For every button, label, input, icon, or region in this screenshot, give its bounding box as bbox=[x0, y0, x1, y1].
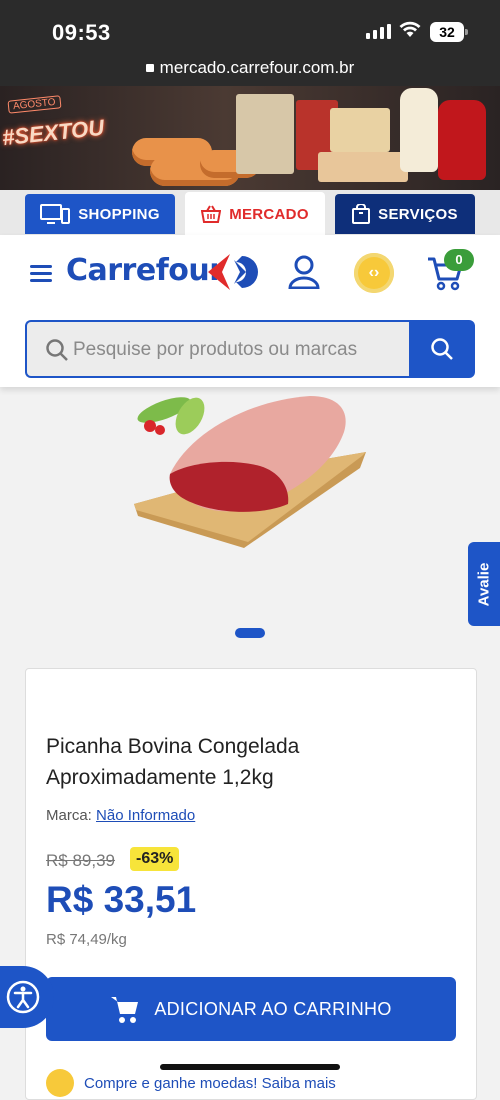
tab-label: MERCADO bbox=[229, 205, 309, 223]
burger-package-image bbox=[330, 108, 390, 152]
coins-rewards-icon[interactable]: ‹› bbox=[354, 253, 394, 293]
coins-promo-link[interactable]: Compre e ganhe moedas! Saiba mais bbox=[46, 1069, 336, 1097]
original-price: R$ 89,39 bbox=[46, 851, 115, 870]
status-bar: 09:53 32 mercado.carrefour.com.br bbox=[0, 0, 500, 92]
carousel-indicator[interactable] bbox=[235, 628, 265, 638]
site-header: Carrefour ‹› 0 bbox=[0, 235, 500, 387]
brand-label: Marca: bbox=[46, 807, 92, 824]
carrefour-logo-text[interactable]: Carrefour bbox=[66, 253, 224, 288]
store-tabs: SHOPPING MERCADO SERVIÇOS bbox=[0, 190, 500, 236]
tab-label: SERVIÇOS bbox=[378, 205, 458, 223]
home-indicator bbox=[160, 1064, 340, 1070]
promo-banner[interactable]: AGOSTO #SEXTOU bbox=[0, 86, 500, 190]
search-bar bbox=[25, 320, 475, 378]
feedback-tab-label: Avalie bbox=[475, 562, 493, 606]
product-image[interactable] bbox=[130, 392, 370, 552]
product-title: Picanha Bovina Congelada Aproximadamente… bbox=[46, 735, 300, 789]
product-brand: Marca: Não Informado bbox=[46, 807, 195, 824]
basket-icon bbox=[201, 205, 222, 223]
ketchup-bottle-image bbox=[438, 100, 486, 180]
unit-price: R$ 74,49/kg bbox=[46, 931, 127, 948]
add-to-cart-button[interactable]: ADICIONAR AO CARRINHO bbox=[46, 977, 456, 1041]
tab-servicos[interactable]: SERVIÇOS bbox=[335, 194, 475, 234]
search-field-container[interactable] bbox=[25, 320, 409, 378]
add-to-cart-label: ADICIONAR AO CARRINHO bbox=[154, 998, 392, 1019]
url-text: mercado.carrefour.com.br bbox=[159, 58, 355, 77]
tab-mercado[interactable]: MERCADO bbox=[185, 192, 325, 236]
user-account-icon[interactable] bbox=[288, 255, 320, 289]
carrefour-logo-icon[interactable] bbox=[206, 252, 264, 292]
discount-badge: -63% bbox=[130, 847, 180, 871]
signal-icon bbox=[366, 24, 391, 39]
cheese-package-image bbox=[318, 152, 408, 182]
banner-headline: #SEXTOU bbox=[0, 114, 106, 151]
search-button[interactable] bbox=[409, 320, 475, 378]
accessibility-icon bbox=[6, 980, 40, 1014]
cart-count-badge: 0 bbox=[444, 249, 474, 271]
current-price: R$ 33,51 bbox=[46, 879, 197, 920]
mayonnaise-bottle-image bbox=[400, 88, 438, 172]
monitor-icon bbox=[40, 204, 71, 224]
wifi-icon bbox=[399, 21, 421, 37]
salami-package-image bbox=[236, 94, 294, 174]
coin-icon bbox=[46, 1069, 74, 1097]
bag-icon bbox=[352, 204, 371, 224]
lock-icon bbox=[145, 64, 154, 72]
product-card: Picanha Bovina Congelada Aproximadamente… bbox=[25, 668, 477, 1100]
search-icon bbox=[46, 339, 68, 361]
feedback-tab[interactable]: Avalie bbox=[468, 542, 500, 626]
brand-link[interactable]: Não Informado bbox=[96, 807, 195, 824]
tab-shopping[interactable]: SHOPPING bbox=[25, 194, 175, 234]
coins-promo-text: Compre e ganhe moedas! Saiba mais bbox=[84, 1074, 336, 1092]
hamburger-menu-icon[interactable] bbox=[30, 265, 52, 286]
search-input[interactable] bbox=[71, 322, 405, 378]
search-icon bbox=[431, 338, 453, 360]
address-bar[interactable]: mercado.carrefour.com.br bbox=[0, 58, 500, 78]
battery-indicator: 32 bbox=[430, 22, 468, 42]
shopping-cart-icon bbox=[111, 997, 139, 1023]
clock: 09:53 bbox=[52, 20, 111, 45]
banner-tag: AGOSTO bbox=[7, 95, 62, 114]
tab-label: SHOPPING bbox=[78, 205, 160, 223]
